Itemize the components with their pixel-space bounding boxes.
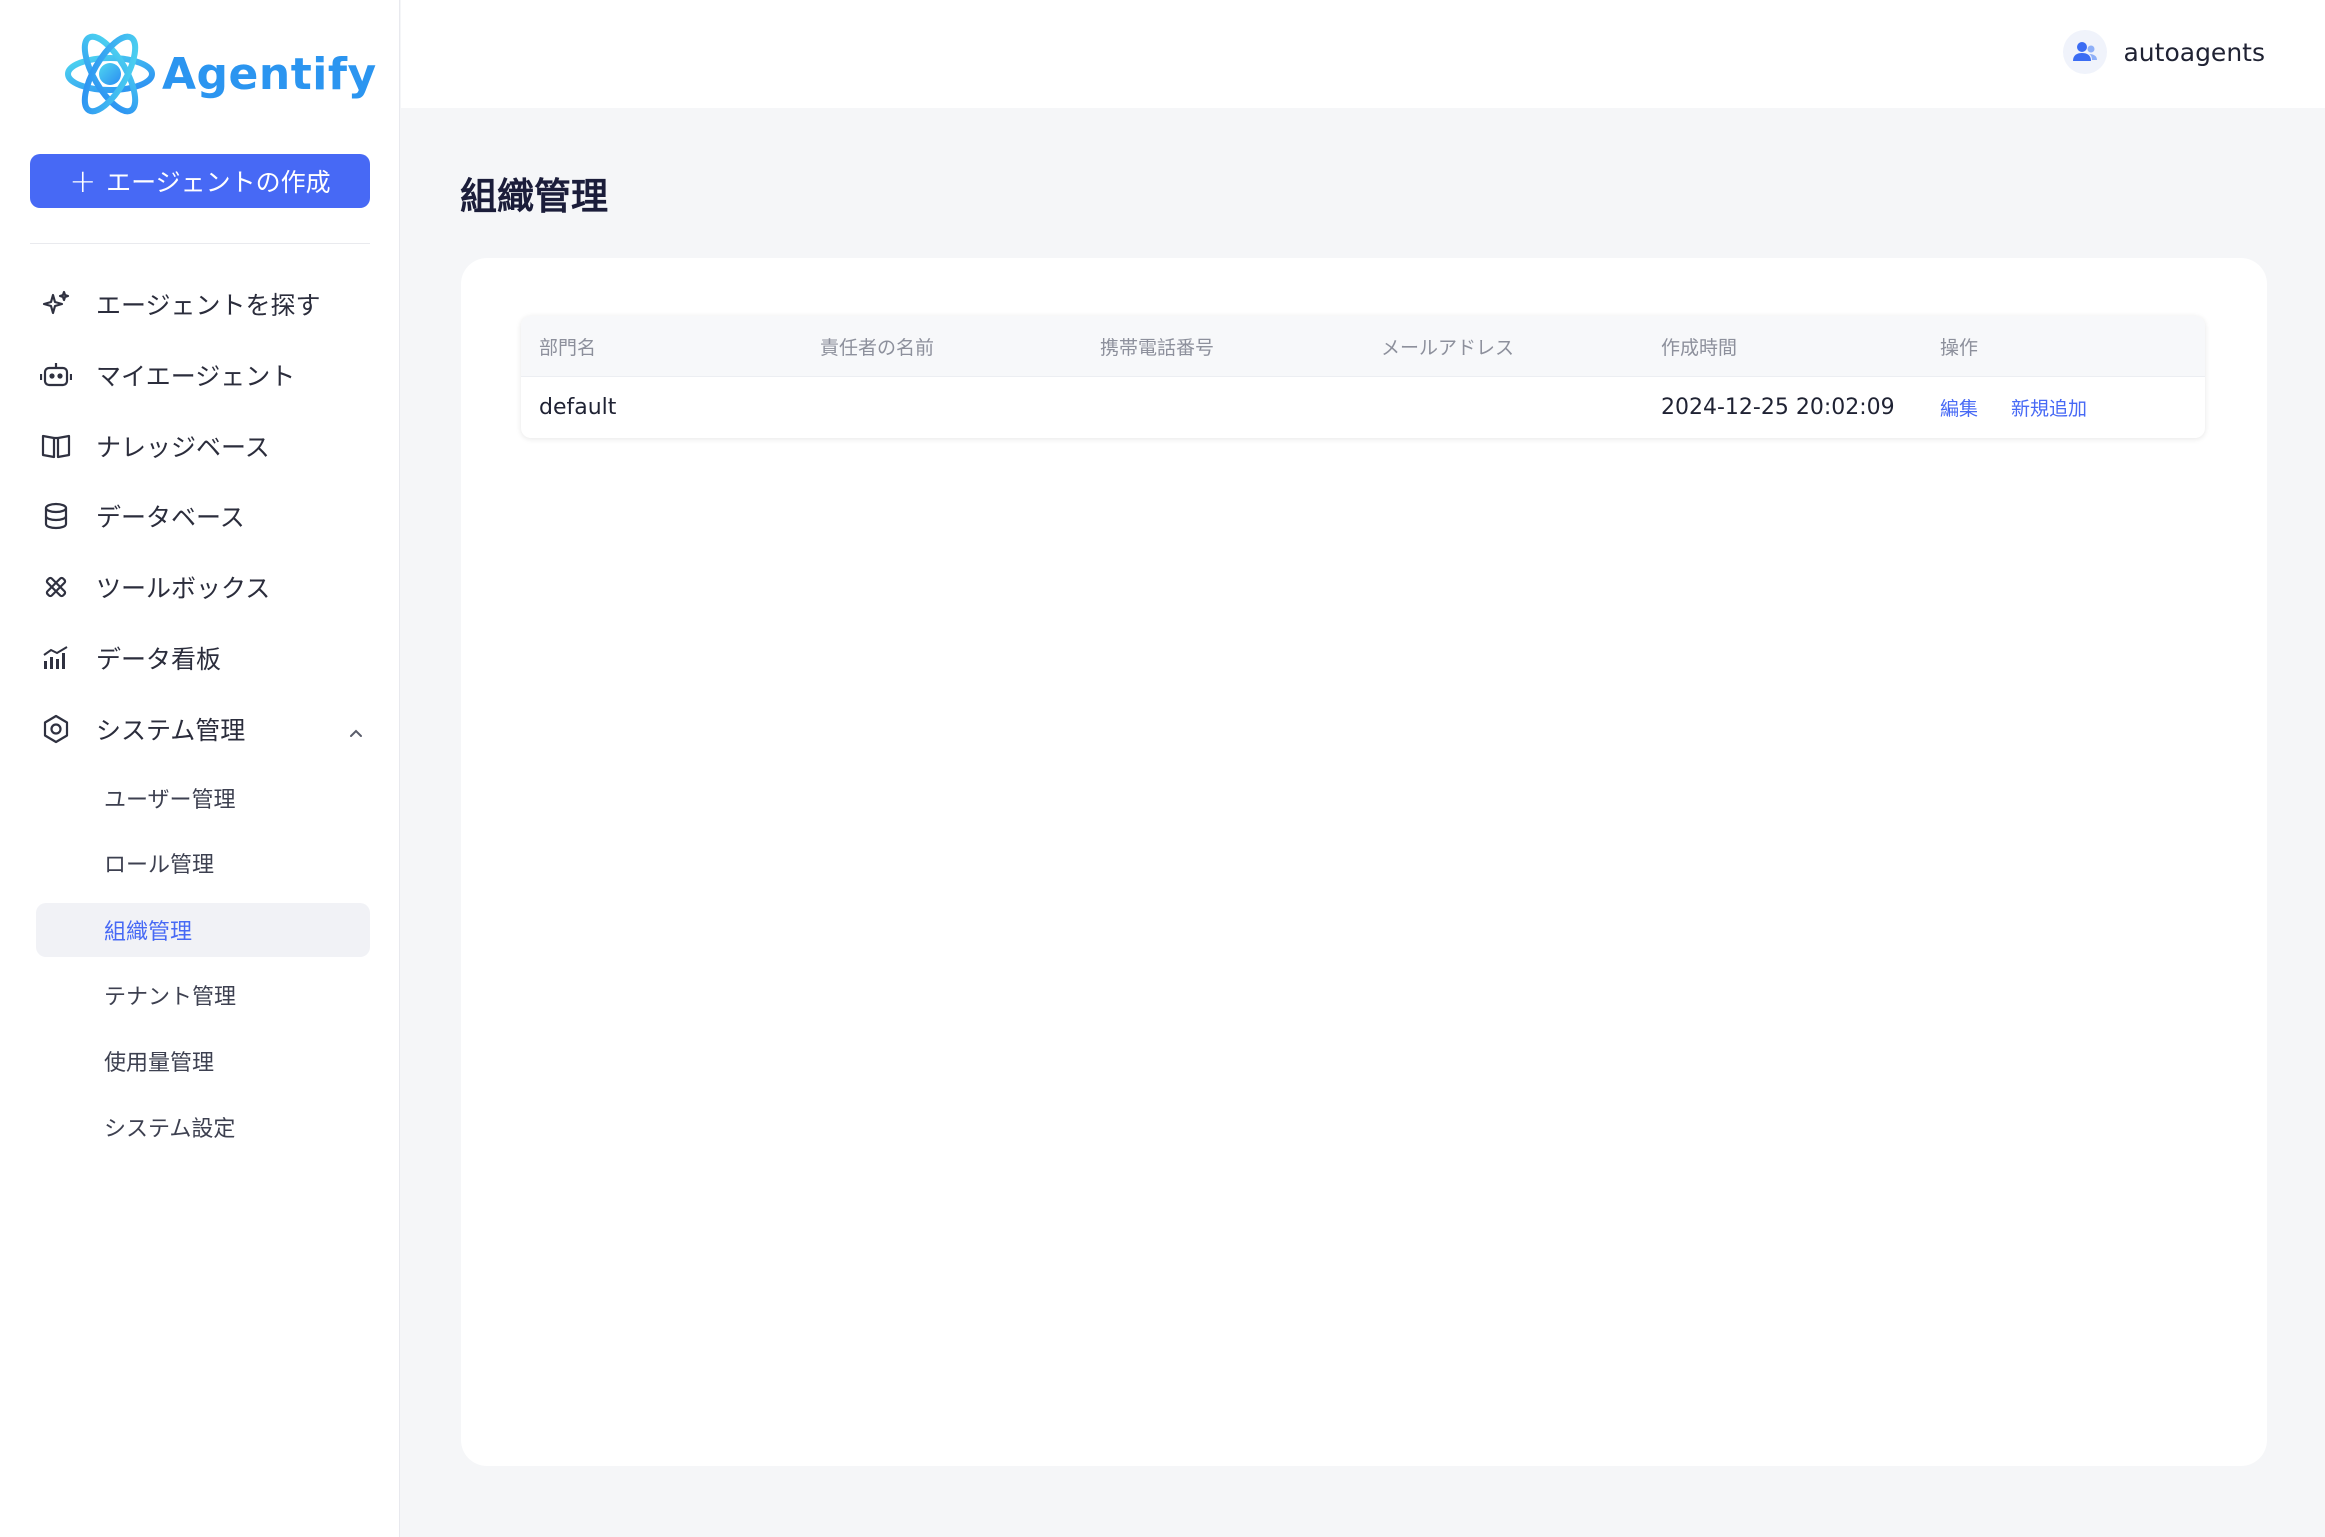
user-name: autoagents (2123, 37, 2265, 67)
sidebar-subitem-label: 組織管理 (104, 920, 193, 945)
sidebar-item-label: システム管理 (96, 716, 246, 745)
tools-icon (30, 573, 82, 601)
sidebar-divider (30, 243, 370, 244)
column-header-phone: 携帯電話番号 (1100, 336, 1215, 359)
app-logo[interactable]: Agentify (62, 26, 377, 122)
book-icon (30, 432, 82, 460)
sidebar-item-label: ツールボックス (96, 574, 271, 603)
user-menu[interactable]: autoagents (2063, 30, 2265, 74)
sidebar-item-label: ナレッジベース (96, 433, 270, 462)
create-agent-label: エージェントの作成 (106, 168, 331, 197)
cell-department: default (539, 395, 617, 420)
sidebar: Agentify + エージェントの作成 エージェントを探す マイエージェント … (0, 0, 400, 1537)
sidebar-item-toolbox[interactable]: ツールボックス (30, 559, 370, 615)
page-title: 組織管理 (460, 175, 608, 218)
table-header: 部門名 責任者の名前 携帯電話番号 メールアドレス 作成時間 操作 (521, 316, 2205, 377)
sidebar-subitem-label: ユーザー管理 (104, 788, 236, 813)
settings-icon (30, 714, 82, 744)
organization-table: 部門名 責任者の名前 携帯電話番号 メールアドレス 作成時間 操作 defaul… (521, 316, 2205, 438)
sidebar-item-database[interactable]: データベース (30, 488, 370, 544)
plus-icon: + (69, 162, 97, 200)
sidebar-item-label: データ看板 (96, 645, 222, 674)
sidebar-subitem-system-settings[interactable]: システム設定 (36, 1100, 370, 1154)
sidebar-subitem-tenant-management[interactable]: テナント管理 (36, 968, 370, 1022)
column-header-email: メールアドレス (1381, 336, 1515, 359)
sidebar-subitem-label: システム設定 (104, 1117, 236, 1142)
sidebar-subitem-role-management[interactable]: ロール管理 (36, 836, 370, 890)
cell-actions: 編集 新規追加 (1922, 394, 2205, 421)
content-card: 部門名 責任者の名前 携帯電話番号 メールアドレス 作成時間 操作 defaul… (461, 258, 2267, 1466)
sidebar-item-knowledge-base[interactable]: ナレッジベース (30, 418, 370, 474)
table-row: default 2024-12-25 20:02:09 編集 新規追加 (521, 377, 2205, 438)
user-icon (2063, 30, 2108, 74)
column-header-manager: 責任者の名前 (820, 336, 935, 359)
sidebar-subitem-organization-management[interactable]: 組織管理 (36, 903, 370, 957)
sidebar-item-explore-agents[interactable]: エージェントを探す (30, 276, 370, 332)
top-bar: autoagents (401, 0, 2325, 108)
sidebar-subitem-label: ロール管理 (104, 853, 215, 878)
robot-icon (30, 360, 82, 390)
sidebar-item-label: エージェントを探す (96, 291, 321, 320)
sidebar-subitem-label: 使用量管理 (104, 1051, 215, 1076)
column-header-department: 部門名 (539, 336, 597, 359)
chart-icon (30, 645, 82, 671)
database-icon (30, 502, 82, 530)
column-header-actions: 操作 (1940, 336, 1979, 359)
sidebar-item-system-management[interactable]: システム管理 (30, 701, 370, 757)
sidebar-subitem-user-management[interactable]: ユーザー管理 (36, 771, 370, 825)
create-agent-button[interactable]: + エージェントの作成 (30, 154, 370, 208)
sidebar-item-label: マイエージェント (96, 362, 296, 391)
edit-link[interactable]: 編集 (1940, 398, 1978, 420)
sidebar-subitem-label: テナント管理 (104, 985, 237, 1010)
atom-logo-icon (65, 33, 155, 115)
column-header-created: 作成時間 (1661, 336, 1738, 359)
cell-created: 2024-12-25 20:02:09 (1661, 395, 1895, 420)
sidebar-subitem-usage-management[interactable]: 使用量管理 (36, 1034, 370, 1088)
sidebar-item-data-dashboard[interactable]: データ看板 (30, 630, 370, 686)
app-name: Agentify (162, 48, 377, 100)
sidebar-item-label: データベース (96, 503, 245, 532)
add-new-link[interactable]: 新規追加 (2011, 398, 2087, 420)
sidebar-item-my-agents[interactable]: マイエージェント (30, 347, 370, 403)
sparkle-icon (30, 289, 82, 319)
chevron-up-icon[interactable] (348, 719, 364, 748)
